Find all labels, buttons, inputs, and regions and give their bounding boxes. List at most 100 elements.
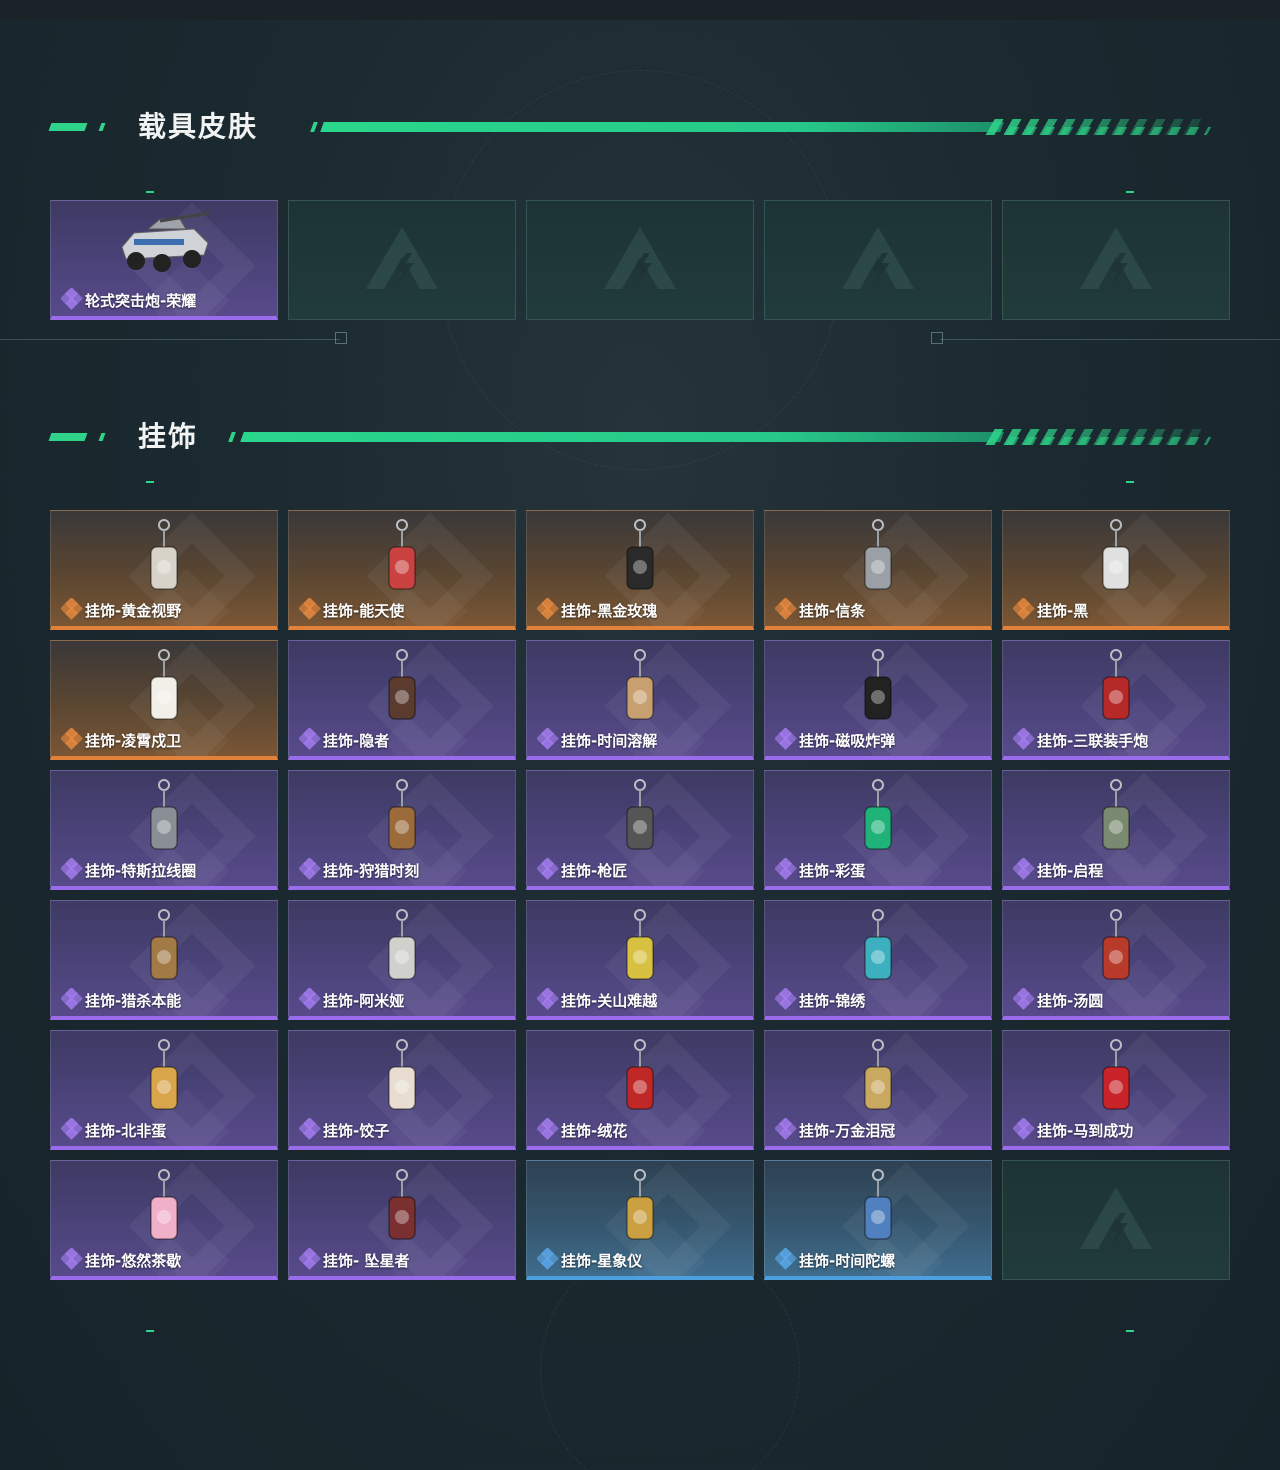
item-label: 挂饰-彩蛋 — [799, 862, 866, 880]
charm-card[interactable]: 挂饰-黄金视野 — [50, 510, 278, 630]
item-label: 挂饰-信条 — [799, 602, 866, 620]
rarity-diamond-icon — [774, 857, 797, 880]
charm-card[interactable]: 挂饰-时间溶解 — [526, 640, 754, 760]
empty-slot-logo — [600, 223, 680, 297]
charm-card[interactable]: 挂饰-黑金玫瑰 — [526, 510, 754, 630]
empty-slot — [288, 200, 516, 320]
vehicle-skins-header: 载具皮肤 — [48, 107, 1212, 147]
charm-card[interactable]: 挂饰-狩猎时刻 — [288, 770, 516, 890]
charm-card[interactable]: 挂饰-凌霄戍卫 — [50, 640, 278, 760]
empty-slot — [526, 200, 754, 320]
charm-card[interactable]: 挂饰-马到成功 — [1002, 1030, 1230, 1150]
rarity-diamond-icon — [60, 727, 83, 750]
corner-tick — [1126, 481, 1134, 483]
item-image — [129, 647, 199, 743]
empty-slot-logo — [362, 223, 442, 297]
header-accent — [98, 123, 106, 131]
section-title: 挂饰 — [138, 420, 199, 453]
charm-image — [150, 1039, 178, 1110]
header-checker — [996, 127, 1212, 135]
item-image — [843, 777, 913, 873]
item-label: 轮式突击炮-荣耀 — [85, 292, 197, 310]
charm-card[interactable]: 挂饰-绒花 — [526, 1030, 754, 1150]
charm-card[interactable]: 挂饰-黑 — [1002, 510, 1230, 630]
charm-card[interactable]: 挂饰-饺子 — [288, 1030, 516, 1150]
empty-slot-logo-icon — [1080, 1187, 1152, 1249]
section-title: 载具皮肤 — [138, 110, 259, 143]
header-line — [320, 122, 1004, 132]
item-label: 挂饰-枪匠 — [561, 862, 628, 880]
charm-card[interactable]: 挂饰-磁吸炸弹 — [764, 640, 992, 760]
charm-card[interactable]: 挂饰-万金泪冠 — [764, 1030, 992, 1150]
charm-card[interactable]: 挂饰-信条 — [764, 510, 992, 630]
rarity-diamond-icon — [774, 1117, 797, 1140]
corner-tick — [146, 191, 154, 193]
charm-card[interactable]: 挂饰-关山难越 — [526, 900, 754, 1020]
item-image — [367, 517, 437, 613]
item-label: 挂饰-星象仪 — [561, 1252, 643, 1270]
corner-tick — [1126, 191, 1134, 193]
item-image — [1081, 1037, 1151, 1133]
charm-card[interactable]: 挂饰-星象仪 — [526, 1160, 754, 1280]
charm-image — [1102, 519, 1130, 590]
empty-slot-logo — [838, 223, 918, 297]
charm-image — [864, 779, 892, 850]
item-image — [1081, 647, 1151, 743]
item-label: 挂饰-黄金视野 — [85, 602, 182, 620]
charm-card[interactable]: 挂饰-悠然茶歇 — [50, 1160, 278, 1280]
item-label: 挂饰-隐者 — [323, 732, 390, 750]
charm-card[interactable]: 挂饰-阿米娅 — [288, 900, 516, 1020]
item-label: 挂饰-猎杀本能 — [85, 992, 182, 1010]
item-image — [367, 647, 437, 743]
header-accent — [228, 432, 236, 442]
charm-image — [1102, 909, 1130, 980]
charm-image — [150, 519, 178, 590]
item-label: 挂饰-黑金玫瑰 — [561, 602, 658, 620]
rarity-diamond-icon — [774, 597, 797, 620]
empty-slot-logo-icon — [1080, 227, 1152, 289]
vehicle-skin-card[interactable]: 轮式突击炮-荣耀 — [50, 200, 278, 320]
charm-card[interactable]: 挂饰-彩蛋 — [764, 770, 992, 890]
item-image — [605, 777, 675, 873]
rarity-diamond-icon — [298, 987, 321, 1010]
item-image — [1081, 907, 1151, 1003]
item-image — [843, 1167, 913, 1263]
item-image — [367, 1167, 437, 1263]
item-label: 挂饰-悠然茶歇 — [85, 1252, 182, 1270]
item-label: 挂饰-启程 — [1037, 862, 1104, 880]
charm-card[interactable]: 挂饰- 坠星者 — [288, 1160, 516, 1280]
charm-card[interactable]: 挂饰-特斯拉线圈 — [50, 770, 278, 890]
charm-card[interactable]: 挂饰-启程 — [1002, 770, 1230, 890]
charm-image — [864, 649, 892, 720]
item-label: 挂饰-磁吸炸弹 — [799, 732, 896, 750]
item-label: 挂饰-特斯拉线圈 — [85, 862, 197, 880]
empty-slot — [1002, 1160, 1230, 1280]
charm-card[interactable]: 挂饰-北非蛋 — [50, 1030, 278, 1150]
rarity-diamond-icon — [60, 597, 83, 620]
item-image — [843, 517, 913, 613]
charm-image — [388, 649, 416, 720]
charm-card[interactable]: 挂饰-能天使 — [288, 510, 516, 630]
rarity-diamond-icon — [774, 987, 797, 1010]
charm-card[interactable]: 挂饰-三联装手炮 — [1002, 640, 1230, 760]
charm-image — [864, 519, 892, 590]
charm-image — [626, 779, 654, 850]
corner-tick — [1126, 1330, 1134, 1332]
charm-image — [388, 519, 416, 590]
rarity-diamond-icon — [774, 727, 797, 750]
charm-card[interactable]: 挂饰-隐者 — [288, 640, 516, 760]
item-image — [129, 777, 199, 873]
item-image — [605, 647, 675, 743]
charm-card[interactable]: 挂饰-汤圆 — [1002, 900, 1230, 1020]
vehicle-skins-grid: 轮式突击炮-荣耀 — [50, 200, 1230, 320]
item-label: 挂饰-锦绣 — [799, 992, 866, 1010]
charm-card[interactable]: 挂饰-猎杀本能 — [50, 900, 278, 1020]
charm-card[interactable]: 挂饰-锦绣 — [764, 900, 992, 1020]
rarity-diamond-icon — [536, 1117, 559, 1140]
item-image — [367, 777, 437, 873]
item-image — [367, 1037, 437, 1133]
charm-card[interactable]: 挂饰-枪匠 — [526, 770, 754, 890]
charm-card[interactable]: 挂饰-时间陀螺 — [764, 1160, 992, 1280]
item-image — [129, 907, 199, 1003]
charms-grid: 挂饰-黄金视野 挂饰-能天使 挂饰-黑金玫瑰 挂饰-信条 挂饰-黑挂饰-凌霄戍卫 挂饰-隐… — [50, 510, 1230, 1280]
